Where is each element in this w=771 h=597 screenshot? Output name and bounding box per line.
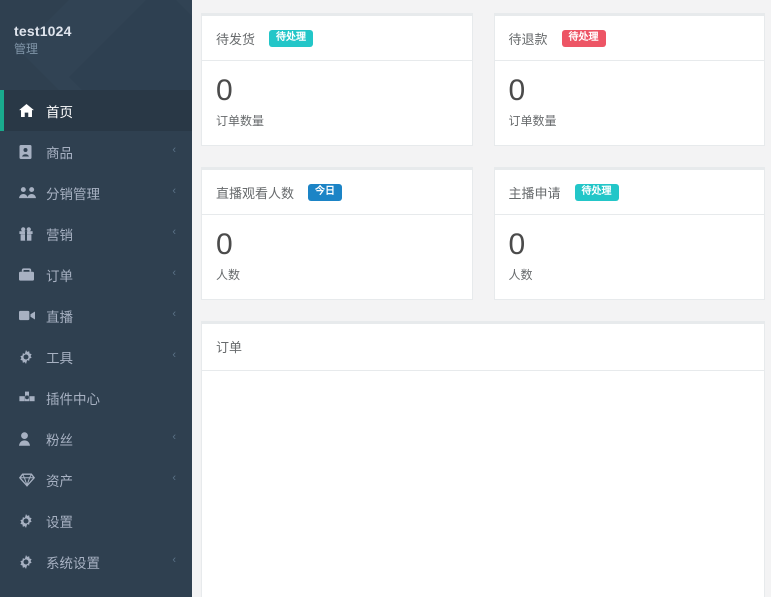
- sidebar-item-9[interactable]: 资产 ‹: [0, 459, 192, 500]
- dashboard: 待发货 待处理 0 订单数量 待退款 待处理 0 订单数量 直播观看人数 今日 …: [192, 0, 771, 597]
- stat-card[interactable]: 主播申请 待处理 0 人数: [493, 167, 765, 300]
- sidebar-item-8[interactable]: 粉丝 ‹: [0, 418, 192, 459]
- chevron-left-icon[interactable]: ‹: [172, 309, 176, 320]
- sidebar-item-label: 粉丝: [46, 432, 73, 448]
- sidebar-item-4[interactable]: 订单 ‹: [0, 254, 192, 295]
- sidebar-item-label: 资产: [46, 473, 73, 489]
- gear-icon: [19, 513, 37, 528]
- stat-value: 0: [508, 74, 526, 107]
- stat-card[interactable]: 直播观看人数 今日 0 人数: [201, 167, 473, 300]
- sidebar-item-label: 商品: [46, 145, 73, 161]
- stat-card[interactable]: 待退款 待处理 0 订单数量: [493, 13, 765, 146]
- status-badge: 今日: [308, 184, 343, 201]
- sidebar-item-0[interactable]: 首页: [0, 90, 192, 131]
- sidebar-item-label: 工具: [46, 350, 73, 366]
- product-icon: [19, 144, 37, 159]
- chevron-left-icon[interactable]: ‹: [172, 555, 176, 566]
- stat-card-title: 直播观看人数: [216, 186, 295, 201]
- stat-value: 0: [216, 74, 233, 107]
- brand-subtitle: 管理: [14, 42, 39, 56]
- stat-label: 订单数量: [216, 114, 265, 128]
- sidebar-item-5[interactable]: 直播 ‹: [0, 295, 192, 336]
- sidebar-item-label: 直播: [46, 309, 73, 325]
- orders-line-chart-svg: [202, 371, 764, 597]
- stat-label: 人数: [508, 268, 533, 282]
- sidebar-item-1[interactable]: 商品 ‹: [0, 131, 192, 172]
- sidebar-decoration-shape-b: [69, 0, 192, 90]
- chevron-left-icon[interactable]: ‹: [172, 473, 176, 484]
- main-content: 待发货 待处理 0 订单数量 待退款 待处理 0 订单数量 直播观看人数 今日 …: [192, 0, 771, 597]
- stat-card-header: 直播观看人数 今日: [202, 170, 472, 215]
- diamond-icon: [19, 473, 37, 487]
- stat-card-body: 0 订单数量: [202, 61, 472, 145]
- orders-chart-header: 订单: [202, 324, 764, 371]
- chevron-left-icon[interactable]: ‹: [172, 268, 176, 279]
- puzzle-icon: [19, 391, 37, 404]
- gift-icon: [19, 226, 37, 241]
- sidebar-item-2[interactable]: 分销管理 ‹: [0, 172, 192, 213]
- sidebar-item-label: 系统设置: [46, 555, 100, 571]
- stat-card-header: 待发货 待处理: [202, 16, 472, 61]
- stat-label: 人数: [216, 268, 241, 282]
- users-icon: [19, 186, 37, 199]
- sidebar-nav: 首页商品 ‹ 分销管理 ‹ 营销 ‹ 订单 ‹ 直播 ‹ 工具 ‹ 插件中心粉丝 ‹ 资产 ‹ 设置系统设置 ‹: [0, 90, 192, 582]
- briefcase-icon: [19, 268, 37, 281]
- stat-card-body: 0 订单数量: [495, 61, 765, 145]
- orders-chart-title: 订单: [216, 340, 243, 355]
- stat-card-body: 0 人数: [202, 215, 472, 299]
- sidebar-item-11[interactable]: 系统设置 ‹: [0, 541, 192, 582]
- sidebar-item-label: 订单: [46, 268, 73, 284]
- sidebar: test1024 管理 首页商品 ‹ 分销管理 ‹ 营销 ‹ 订单 ‹ 直播 ‹ 工具 ‹ 插件中心粉丝…: [0, 0, 192, 597]
- sidebar-item-label: 分销管理: [46, 186, 100, 202]
- app-root: test1024 管理 首页商品 ‹ 分销管理 ‹ 营销 ‹ 订单 ‹ 直播 ‹ 工具 ‹ 插件中心粉丝…: [0, 0, 771, 597]
- video-icon: [19, 310, 37, 321]
- stat-card-header: 待退款 待处理: [494, 16, 764, 61]
- sidebar-item-label: 首页: [46, 104, 73, 120]
- stat-value: 0: [216, 228, 233, 261]
- stat-card-title: 待发货: [216, 32, 256, 47]
- status-badge: 待处理: [574, 184, 619, 201]
- sidebar-header: test1024 管理: [0, 0, 192, 90]
- orders-chart-panel: 订单: [201, 321, 765, 597]
- stat-card-title: 待退款: [508, 32, 548, 47]
- stat-card-row-1: 待发货 待处理 0 订单数量 待退款 待处理 0 订单数量: [201, 13, 765, 146]
- sidebar-item-3[interactable]: 营销 ‹: [0, 213, 192, 254]
- gear-icon: [19, 554, 37, 569]
- stat-label: 订单数量: [508, 114, 557, 128]
- chevron-left-icon[interactable]: ‹: [172, 350, 176, 361]
- stat-card-title: 主播申请: [508, 186, 561, 201]
- stat-card-body: 0 人数: [495, 215, 765, 299]
- status-badge: 待处理: [269, 30, 314, 47]
- sidebar-item-label: 设置: [46, 514, 73, 530]
- brand[interactable]: test1024 管理: [14, 22, 72, 58]
- sidebar-item-6[interactable]: 工具 ‹: [0, 336, 192, 377]
- user-icon: [19, 431, 37, 446]
- gear-icon: [19, 349, 37, 364]
- chevron-left-icon[interactable]: ‹: [172, 432, 176, 443]
- sidebar-item-label: 营销: [46, 227, 73, 243]
- orders-line-chart[interactable]: [202, 371, 764, 597]
- status-badge: 待处理: [561, 30, 606, 47]
- sidebar-item-10[interactable]: 设置: [0, 500, 192, 541]
- stat-value: 0: [508, 228, 526, 261]
- stat-card-row-2: 直播观看人数 今日 0 人数 主播申请 待处理 0 人数: [201, 167, 765, 300]
- stat-card-header: 主播申请 待处理: [494, 170, 764, 215]
- sidebar-item-label: 插件中心: [46, 391, 100, 407]
- chevron-left-icon[interactable]: ‹: [172, 186, 176, 197]
- chevron-left-icon[interactable]: ‹: [172, 227, 176, 238]
- chevron-left-icon[interactable]: ‹: [172, 145, 176, 156]
- brand-title: test1024: [14, 23, 72, 39]
- sidebar-item-7[interactable]: 插件中心: [0, 377, 192, 418]
- orders-chart-body: [202, 371, 764, 597]
- stat-card[interactable]: 待发货 待处理 0 订单数量: [201, 13, 473, 146]
- home-icon: [19, 104, 37, 117]
